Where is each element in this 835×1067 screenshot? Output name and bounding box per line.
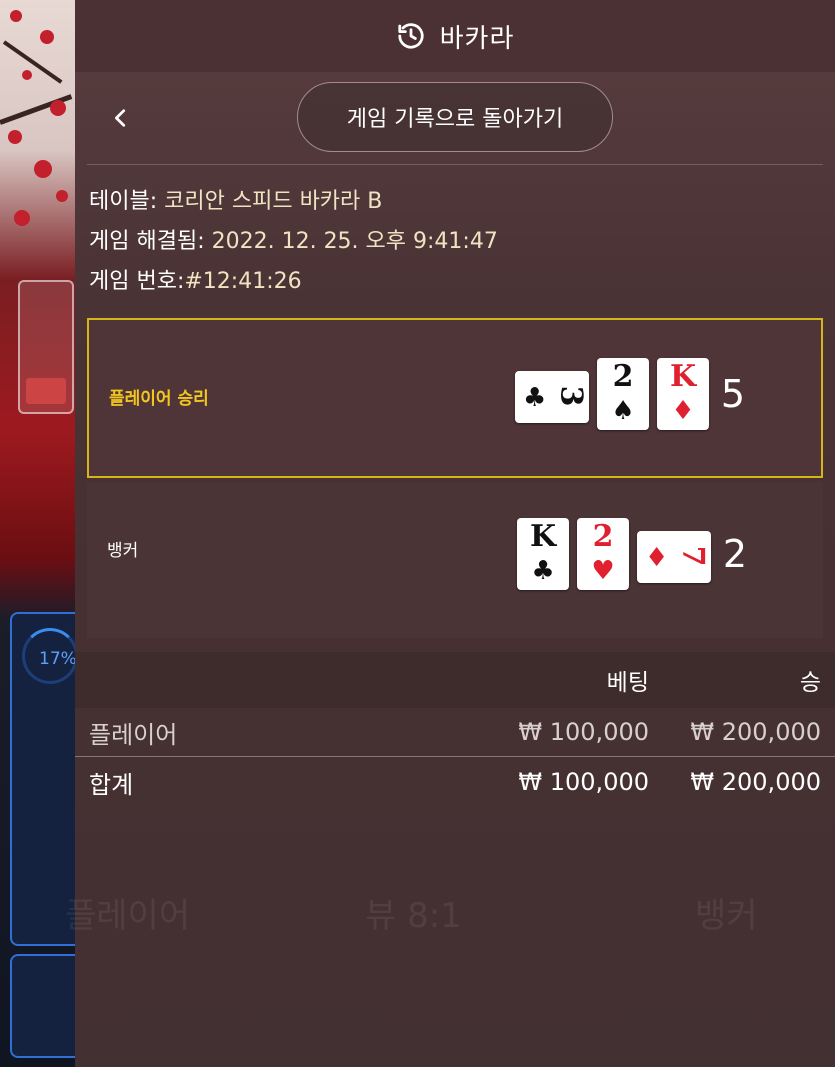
player-result: 플레이어 승리 3 ♣ 2 ♠ K ♦ 5 xyxy=(87,318,823,478)
nav-row: 게임 기록으로 돌아가기 xyxy=(75,72,835,164)
player-cards: 3 ♣ 2 ♠ K ♦ xyxy=(515,358,709,430)
divider xyxy=(87,164,823,165)
resolved-info: 게임 해결됨: 2022. 12. 25. 오후 9:41:47 xyxy=(89,229,498,254)
card: K ♦ xyxy=(657,358,709,430)
panel-header: 바카라 xyxy=(75,0,835,72)
banker-score: 2 xyxy=(722,532,747,576)
card-shoe xyxy=(18,280,74,414)
card: 7 ♦ xyxy=(637,531,711,583)
page-title: 바카라 xyxy=(439,23,515,54)
background-label: 뷰 8:1 xyxy=(365,896,462,936)
player-result-label: 플레이어 승리 xyxy=(109,389,209,409)
card: 3 ♣ xyxy=(515,371,589,423)
player-score: 5 xyxy=(720,372,745,416)
table-row: 플레이어 ₩ 100,000 ₩ 200,000 xyxy=(75,708,835,757)
banker-cards: K ♣ 2 ♥ 7 ♦ xyxy=(517,518,711,590)
card: 2 ♠ xyxy=(597,358,649,430)
banker-result: 뱅커 K ♣ 2 ♥ 7 ♦ 2 xyxy=(87,482,823,638)
card: K ♣ xyxy=(517,518,569,590)
chevron-left-icon xyxy=(115,109,126,127)
game-info: 테이블: 코리안 스피드 바카라 B 게임 해결됨: 2022. 12. 25.… xyxy=(89,182,498,302)
game-history-panel: 바카라 게임 기록으로 돌아가기 테이블: 코리안 스피드 바카라 B 게임 해… xyxy=(65,0,835,1067)
total-row: 합계 ₩ 100,000 ₩ 200,000 xyxy=(89,768,821,799)
banker-result-label: 뱅커 xyxy=(107,541,139,561)
column-header-bet: 베팅 xyxy=(606,670,649,696)
background-label: 뱅커 xyxy=(695,896,758,936)
column-header-win: 승 xyxy=(799,670,821,696)
table-info: 테이블: 코리안 스피드 바카라 B xyxy=(89,189,383,214)
background-label: 플레이어 xyxy=(65,896,191,936)
bets-table: 베팅 승 플레이어 ₩ 100,000 ₩ 200,000 합계 ₩ 100,0… xyxy=(75,652,835,807)
bets-table-header: 베팅 승 xyxy=(75,652,835,708)
back-to-history-button[interactable]: 게임 기록으로 돌아가기 xyxy=(297,82,613,152)
card: 2 ♥ xyxy=(577,518,629,590)
game-number-info: 게임 번호:#12:41:26 xyxy=(89,269,302,294)
progress-indicator: 17% xyxy=(22,628,78,684)
history-icon xyxy=(397,23,424,49)
back-button[interactable] xyxy=(101,98,141,138)
